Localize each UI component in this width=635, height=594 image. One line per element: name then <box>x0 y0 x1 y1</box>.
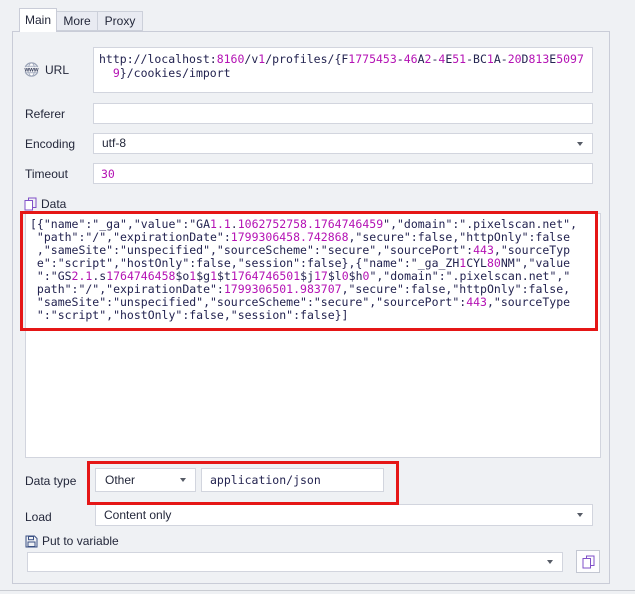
put-to-variable-label: Put to variable <box>42 534 119 548</box>
load-label: Load <box>25 510 52 524</box>
encoding-value: utf-8 <box>102 136 126 150</box>
referer-label: Referer <box>25 107 65 121</box>
timeout-label: Timeout <box>25 167 68 181</box>
data-type-label: Data type <box>25 474 76 488</box>
url-label-group: www URL <box>22 62 69 77</box>
tab-more[interactable]: More <box>56 11 98 31</box>
content-type-input[interactable]: application/json <box>201 468 384 492</box>
data-type-value: Other <box>105 473 135 487</box>
copy-variable-button[interactable] <box>576 550 600 573</box>
bottom-divider <box>0 590 635 591</box>
encoding-label: Encoding <box>25 137 75 151</box>
data-label: Data <box>41 197 66 211</box>
chevron-down-icon <box>577 513 583 517</box>
request-dialog: Main More Proxy www URL http://localhost… <box>0 0 635 594</box>
data-editor[interactable]: [{"name":"_ga","value":"GA1.1.1062752758… <box>25 213 601 458</box>
variable-select[interactable] <box>27 552 563 572</box>
referer-input[interactable] <box>93 103 593 124</box>
url-field[interactable]: http://localhost:8160/v1/profiles/{F1775… <box>93 47 593 93</box>
load-select[interactable]: Content only <box>95 504 593 526</box>
globe-www-icon: www <box>22 62 41 77</box>
data-label-group: Data <box>24 197 66 211</box>
tab-main[interactable]: Main <box>19 8 57 32</box>
data-type-select[interactable]: Other <box>95 468 196 492</box>
svg-text:www: www <box>23 67 38 73</box>
load-value: Content only <box>104 508 171 522</box>
timeout-input[interactable]: 30 <box>93 163 593 184</box>
tab-proxy[interactable]: Proxy <box>97 11 143 31</box>
chevron-down-icon <box>180 478 186 482</box>
url-label: URL <box>45 63 69 77</box>
encoding-select[interactable]: utf-8 <box>93 133 593 154</box>
save-floppy-icon <box>25 535 38 548</box>
copy-pages-icon <box>582 555 595 569</box>
chevron-down-icon <box>547 560 553 564</box>
put-to-variable-label-group: Put to variable <box>25 534 119 548</box>
chevron-down-icon <box>577 142 583 146</box>
copy-pages-icon <box>24 197 37 211</box>
